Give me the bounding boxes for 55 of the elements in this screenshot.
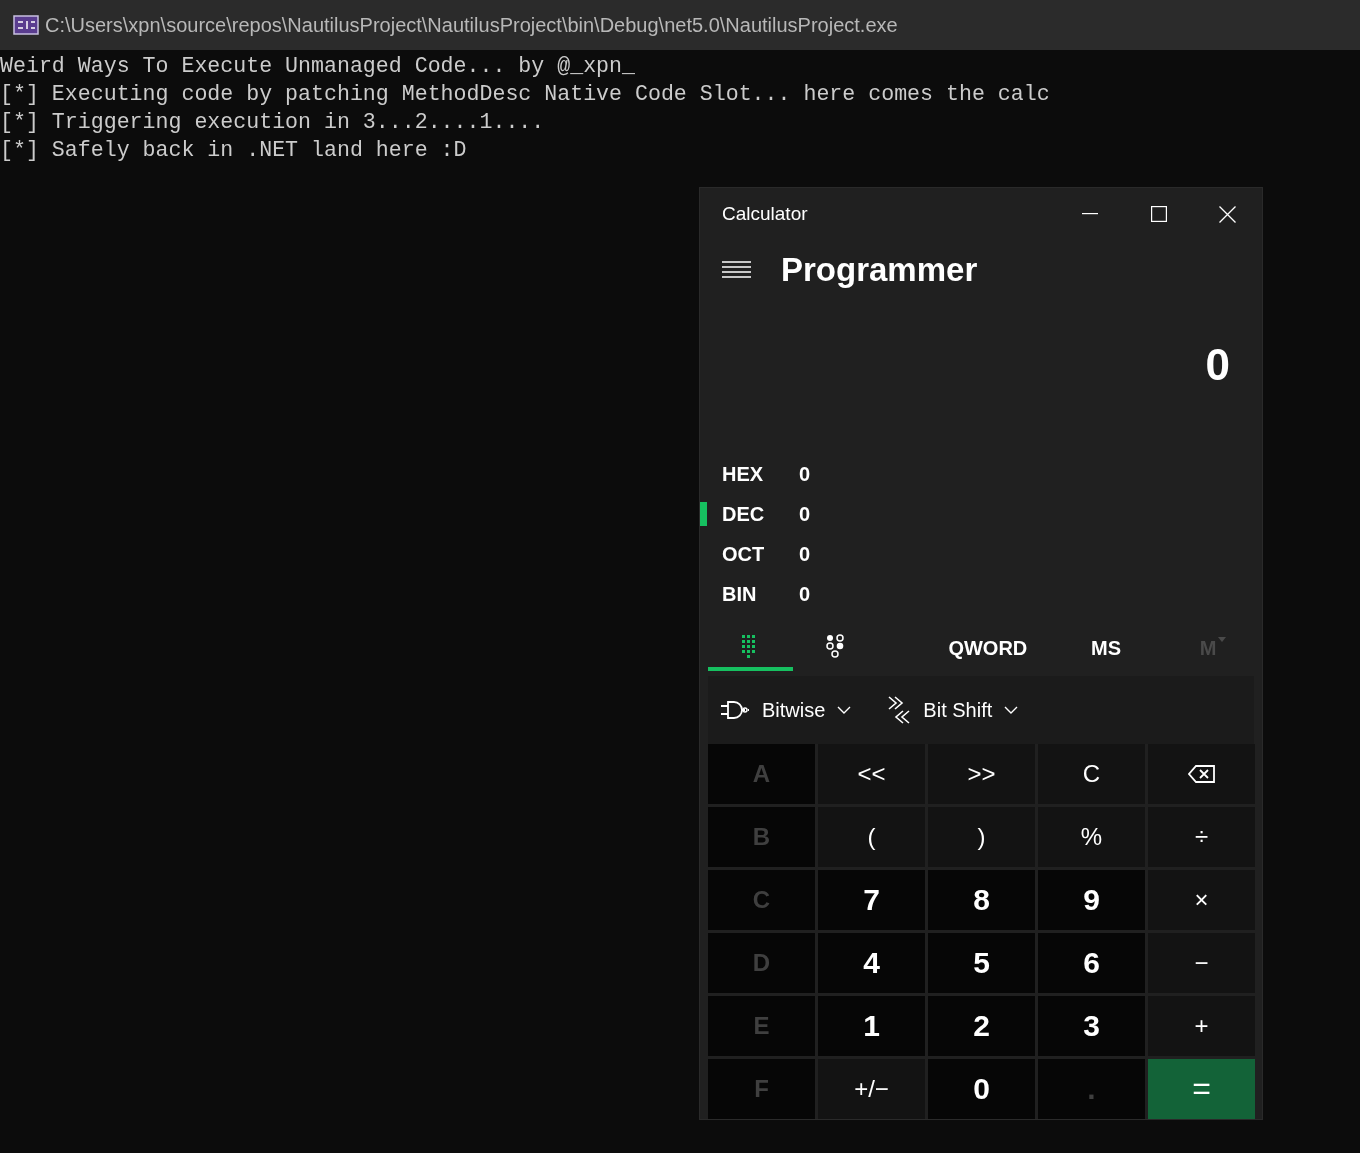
radix-value: 0 bbox=[799, 462, 811, 486]
double-chevron-icon bbox=[887, 696, 912, 725]
digit-key[interactable]: 6 bbox=[1038, 933, 1145, 993]
console-line: [*] Triggering execution in 3...2....1.... bbox=[0, 109, 546, 136]
window-title: C:\Users\xpn\source\repos\NautilusProject\NautilusProject\bin\Debug\net5.0\NautilusProject.exe bbox=[45, 13, 898, 37]
radix-label[interactable]: HEX bbox=[722, 462, 799, 486]
radix-value: 0 bbox=[799, 542, 811, 566]
digit-key[interactable]: 7 bbox=[818, 870, 925, 930]
console-icon bbox=[13, 15, 39, 35]
radix-label[interactable]: DEC bbox=[722, 502, 799, 526]
digit-key[interactable]: 0 bbox=[928, 1059, 1035, 1119]
logic-gate-icon bbox=[720, 700, 750, 721]
digit-key[interactable]: 8 bbox=[928, 870, 1035, 930]
minimize-icon bbox=[1081, 213, 1098, 215]
memory-button[interactable]: MS bbox=[1064, 635, 1148, 661]
digit-key[interactable]: 9 bbox=[1038, 870, 1145, 930]
equals-key[interactable]: = bbox=[1148, 1059, 1255, 1119]
maximize-icon bbox=[1150, 206, 1167, 222]
digit-key[interactable]: 1 bbox=[818, 996, 925, 1056]
operator-key[interactable]: × bbox=[1148, 870, 1255, 930]
console-line: Weird Ways To Execute Unmanaged Code... by @_xpn_ bbox=[0, 53, 636, 80]
backspace-key[interactable] bbox=[1148, 744, 1255, 804]
dropdown-menu[interactable]: Bitwise bbox=[720, 698, 852, 722]
radix-label[interactable]: OCT bbox=[722, 542, 799, 566]
operator-key[interactable]: + bbox=[1148, 996, 1255, 1056]
word-size-button[interactable]: QWORD bbox=[935, 635, 1041, 661]
radix-value: 0 bbox=[799, 582, 811, 606]
digit-key[interactable]: 4 bbox=[818, 933, 925, 993]
console-line: [*] Safely back in .NET land here :D bbox=[0, 137, 468, 164]
console-line: [*] Executing code by patching MethodDesc Native Code Slot... here comes the calc bbox=[0, 81, 1051, 108]
operator-key[interactable]: ÷ bbox=[1148, 807, 1255, 867]
operator-key[interactable]: C bbox=[1038, 744, 1145, 804]
operator-key[interactable]: % bbox=[1038, 807, 1145, 867]
digit-key[interactable]: 5 bbox=[928, 933, 1035, 993]
chevron-down-icon bbox=[1004, 706, 1019, 715]
operator-key[interactable]: << bbox=[818, 744, 925, 804]
digit-key[interactable]: 3 bbox=[1038, 996, 1145, 1056]
operator-key[interactable]: − bbox=[1148, 933, 1255, 993]
result-display: 0 bbox=[1205, 338, 1231, 391]
mode-title: Programmer bbox=[781, 250, 978, 289]
backspace-icon bbox=[1187, 764, 1216, 784]
dropdown-menu[interactable]: Bit Shift bbox=[887, 696, 1019, 725]
window-title: Calculator bbox=[722, 203, 809, 225]
radix-value: 0 bbox=[799, 502, 811, 526]
close-icon bbox=[1219, 205, 1236, 223]
operator-key[interactable]: ) bbox=[928, 807, 1035, 867]
menu-icon[interactable] bbox=[722, 261, 751, 279]
operator-key[interactable]: >> bbox=[928, 744, 1035, 804]
caret-icon bbox=[1217, 636, 1226, 642]
chevron-down-icon bbox=[837, 706, 852, 715]
dots-icon bbox=[825, 634, 846, 659]
operator-key[interactable]: ( bbox=[818, 807, 925, 867]
radix-label[interactable]: BIN bbox=[722, 582, 799, 606]
operator-key[interactable]: +/− bbox=[818, 1059, 925, 1119]
digit-key[interactable]: 2 bbox=[928, 996, 1035, 1056]
